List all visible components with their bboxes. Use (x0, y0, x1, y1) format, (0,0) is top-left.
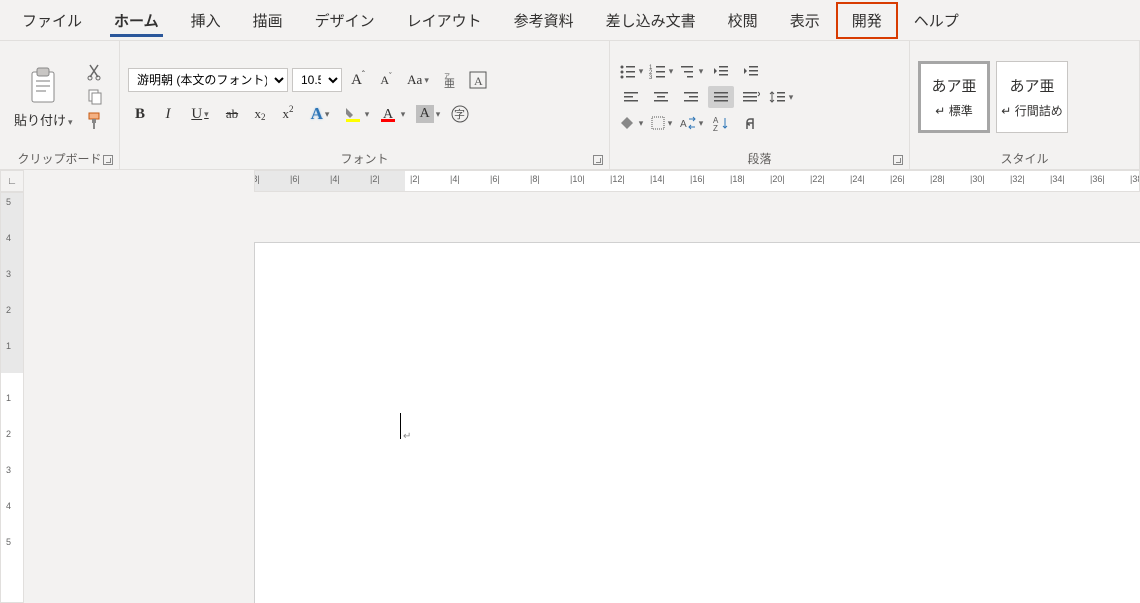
character-shading-button[interactable]: A▾ (412, 102, 444, 126)
text-direction-button[interactable]: A▾ (678, 112, 704, 134)
font-group-label: フォント (340, 150, 388, 167)
clipboard-dialog-launcher[interactable] (103, 155, 113, 165)
svg-text:亜: 亜 (444, 78, 455, 89)
tab-developer[interactable]: 開発 (836, 2, 898, 39)
grow-font-button[interactable]: Aˆ (346, 68, 370, 92)
tab-selector[interactable]: ∟ (0, 170, 24, 192)
strikethrough-button[interactable]: ab (220, 102, 244, 126)
group-font: 游明朝 (本文のフォント) 10.5 Aˆ Aˇ Aa▾ ア亜 A B I U▾… (120, 41, 610, 169)
tab-mailings[interactable]: 差し込み文書 (590, 2, 712, 39)
tab-review[interactable]: 校閲 (712, 2, 774, 39)
tab-design[interactable]: デザイン (299, 2, 391, 39)
document-area: 5432112345 ↵ (0, 192, 1140, 603)
page-gutter (24, 192, 254, 603)
numbering-button[interactable]: 123▾ (648, 60, 674, 82)
increase-indent-button[interactable] (738, 60, 764, 82)
font-name-select[interactable]: 游明朝 (本文のフォント) (128, 68, 288, 92)
style-no-spacing[interactable]: あア亜 ↵ 行間詰め (996, 61, 1068, 133)
svg-text:Z: Z (713, 124, 718, 131)
shrink-font-button[interactable]: Aˇ (374, 68, 398, 92)
enclose-char-circle-button[interactable]: 字 (448, 102, 472, 126)
document-page[interactable]: ↵ (254, 242, 1140, 603)
style-name: ↵ 行間詰め (1001, 102, 1062, 119)
font-dialog-launcher[interactable] (593, 155, 603, 165)
sort-button[interactable]: AZ (708, 112, 734, 134)
svg-text:A: A (680, 119, 687, 130)
text-effects-button[interactable]: A▾ (304, 102, 336, 126)
style-name: ↵ 標準 (935, 102, 972, 119)
tab-insert[interactable]: 挿入 (175, 2, 237, 39)
vertical-ruler[interactable]: 5432112345 (0, 192, 24, 603)
style-normal[interactable]: あア亜 ↵ 標準 (918, 61, 990, 133)
clipboard-icon (26, 66, 60, 106)
paragraph-dialog-launcher[interactable] (893, 155, 903, 165)
distribute-button[interactable] (738, 86, 764, 108)
align-center-button[interactable] (648, 86, 674, 108)
show-marks-button[interactable] (738, 112, 764, 134)
underline-button[interactable]: U▾ (184, 102, 216, 126)
text-cursor (400, 413, 401, 439)
bullets-button[interactable]: ▾ (618, 60, 644, 82)
bold-button[interactable]: B (128, 102, 152, 126)
group-paragraph: ▾ 123▾ ▾ ▾ ▾ ▾ A▾ (610, 41, 910, 169)
cut-icon[interactable] (85, 63, 105, 81)
font-size-select[interactable]: 10.5 (292, 68, 342, 92)
tab-references[interactable]: 参考資料 (498, 2, 590, 39)
clipboard-group-label: クリップボード (17, 150, 101, 167)
enclose-characters-button[interactable]: A (466, 68, 490, 92)
styles-group-label: スタイル (1000, 150, 1048, 167)
svg-text:字: 字 (454, 107, 465, 121)
paste-label: 貼り付け▾ (14, 110, 73, 129)
format-painter-icon[interactable] (85, 111, 105, 131)
svg-text:A: A (474, 74, 483, 88)
justify-button[interactable] (708, 86, 734, 108)
tab-layout[interactable]: レイアウト (391, 2, 498, 39)
decrease-indent-button[interactable] (708, 60, 734, 82)
tab-file[interactable]: ファイル (6, 2, 98, 39)
svg-text:3: 3 (649, 75, 653, 79)
style-preview: あア亜 (1009, 75, 1054, 96)
horizontal-ruler[interactable]: |8||6||4||2||2||4||6||8||10||12||14||16|… (254, 170, 1140, 192)
superscript-button[interactable]: x2 (276, 102, 300, 126)
italic-button[interactable]: I (156, 102, 180, 126)
paragraph-group-label: 段落 (747, 150, 771, 167)
multilevel-list-button[interactable]: ▾ (678, 60, 704, 82)
subscript-button[interactable]: x2 (248, 102, 272, 126)
paste-button[interactable]: 貼り付け▾ (8, 62, 79, 133)
ribbon-tabs: ファイル ホーム 挿入 描画 デザイン レイアウト 参考資料 差し込み文書 校閲… (0, 0, 1140, 40)
phonetic-guide-button[interactable]: ア亜 (438, 68, 462, 92)
style-preview: あア亜 (931, 75, 976, 96)
line-spacing-button[interactable]: ▾ (768, 86, 794, 108)
shading-button[interactable]: ▾ (618, 112, 644, 134)
tab-home[interactable]: ホーム (98, 2, 175, 39)
group-styles: あア亜 ↵ 標準 あア亜 ↵ 行間詰め スタイル (910, 41, 1140, 169)
paragraph-mark-icon: ↵ (403, 431, 411, 442)
tab-draw[interactable]: 描画 (237, 2, 299, 39)
ribbon: 貼り付け▾ クリップボード 游明朝 (本文のフォント) 10.5 Aˆ Aˇ A… (0, 40, 1140, 170)
copy-icon[interactable] (85, 87, 105, 105)
ruler-area: ∟ |8||6||4||2||2||4||6||8||10||12||14||1… (0, 170, 1140, 192)
tab-view[interactable]: 表示 (774, 2, 836, 39)
highlight-button[interactable]: ▾ (340, 102, 372, 126)
tab-help[interactable]: ヘルプ (898, 2, 975, 39)
align-right-button[interactable] (678, 86, 704, 108)
align-left-button[interactable] (618, 86, 644, 108)
borders-button[interactable]: ▾ (648, 112, 674, 134)
font-color-button[interactable]: A▾ (376, 102, 408, 126)
change-case-button[interactable]: Aa▾ (402, 68, 434, 92)
group-clipboard: 貼り付け▾ クリップボード (0, 41, 120, 169)
